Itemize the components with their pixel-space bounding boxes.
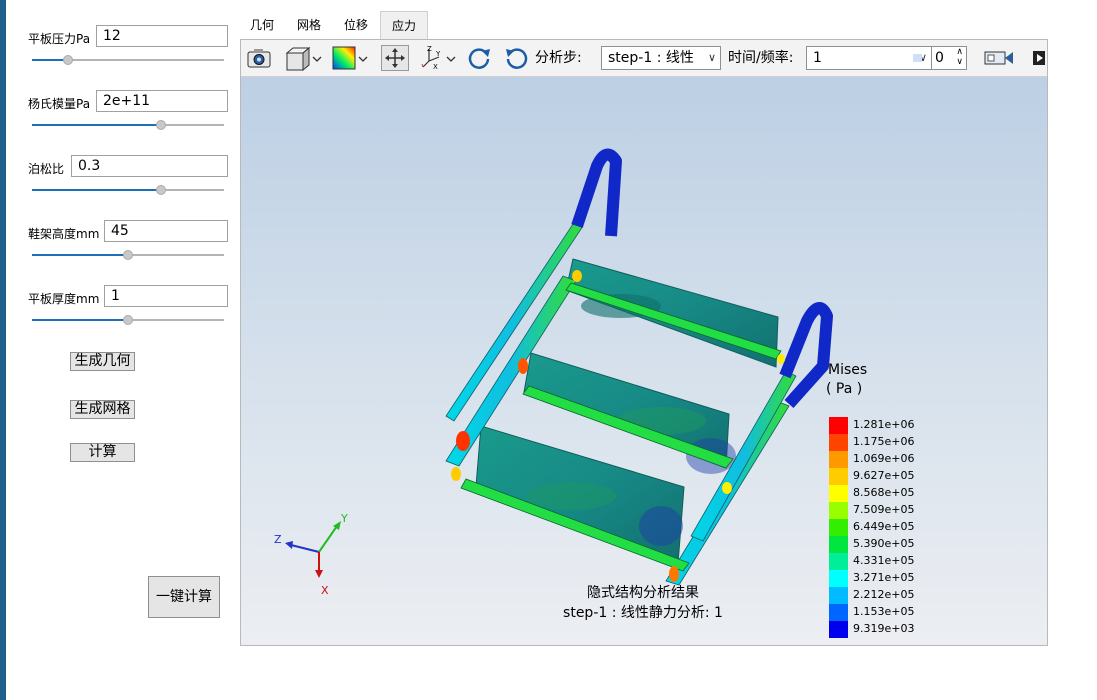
result-caption-step: step-1 : 线性静力分析: 1 xyxy=(563,605,723,621)
svg-text:X: X xyxy=(433,63,438,71)
pressure-input[interactable]: 12 xyxy=(96,25,228,47)
svg-text:Z: Z xyxy=(427,45,432,53)
legend-unit: ( Pa ) xyxy=(826,381,863,397)
pan-icon[interactable] xyxy=(381,45,409,71)
legend-value: 2.212e+05 xyxy=(853,588,915,601)
rotate-cw-icon[interactable] xyxy=(465,45,493,71)
rack-height-label: 鞋架高度mm xyxy=(28,227,100,241)
cube-view-icon[interactable] xyxy=(283,45,325,71)
axis-label-y: Y xyxy=(340,512,348,525)
frame-spinbox[interactable]: 0 ∧ ∨ xyxy=(931,46,967,70)
youngs-modulus-slider[interactable] xyxy=(32,119,224,131)
poisson-ratio-label: 泊松比 xyxy=(28,162,65,176)
legend-value: 9.319e+03 xyxy=(853,622,915,635)
result-caption-title: 隐式结构分析结果 xyxy=(587,585,699,601)
tab-displacement[interactable]: 位移 xyxy=(334,11,378,39)
analysis-step-select[interactable]: step-1 : 线性 ∨ xyxy=(601,46,721,70)
chevron-down-icon: ∨ xyxy=(707,51,716,64)
generate-mesh-button[interactable]: 生成网格 xyxy=(70,400,135,419)
frame-indicator-icon xyxy=(913,54,922,62)
legend-value: 1.069e+06 xyxy=(853,452,915,465)
axis-triad-icon[interactable]: ZYX xyxy=(419,45,459,71)
compute-button[interactable]: 计算 xyxy=(70,443,135,462)
generate-geometry-button[interactable]: 生成几何 xyxy=(70,352,135,371)
legend-swatch xyxy=(829,417,848,434)
window-edge xyxy=(0,0,6,700)
camera-icon[interactable] xyxy=(244,45,274,71)
legend-swatch xyxy=(829,519,848,536)
plate-thickness-slider[interactable] xyxy=(32,314,224,326)
youngs-modulus-input[interactable]: 2e+11 xyxy=(96,90,228,112)
time-frequency-label: 时间/频率: xyxy=(728,50,794,66)
svg-text:Y: Y xyxy=(435,50,441,58)
one-click-compute-button[interactable]: 一键计算 xyxy=(148,576,220,618)
legend-swatch xyxy=(829,451,848,468)
legend-value: 4.331e+05 xyxy=(853,554,915,567)
legend-value: 5.390e+05 xyxy=(853,537,915,550)
youngs-modulus-label: 杨氏模量Pa xyxy=(28,97,91,111)
legend-swatch xyxy=(829,502,848,519)
plate-thickness-label: 平板厚度mm xyxy=(28,292,100,306)
orientation-triad: Z Y X xyxy=(274,512,348,597)
pressure-label: 平板压力Pa xyxy=(28,32,91,46)
poisson-ratio-slider[interactable] xyxy=(32,184,224,196)
tab-mesh[interactable]: 网格 xyxy=(286,11,332,39)
axis-label-x: X xyxy=(321,584,329,597)
legend-value: 3.271e+05 xyxy=(853,571,915,584)
legend-swatch xyxy=(829,621,848,638)
poisson-ratio-input[interactable]: 0.3 xyxy=(71,155,228,177)
legend-value: 6.449e+05 xyxy=(853,520,915,533)
legend-value: 1.281e+06 xyxy=(853,418,915,431)
axis-label-z: Z xyxy=(274,533,282,546)
result-viewport[interactable]: ZYX 分析步: step-1 : 线性∨ 时间/频率: 1∨ 0∧∨ xyxy=(240,39,1048,646)
legend-swatch xyxy=(829,434,848,451)
tab-stress[interactable]: 应力 xyxy=(380,11,428,40)
play-icon[interactable] xyxy=(1031,45,1047,71)
legend-value: 7.509e+05 xyxy=(853,503,915,516)
legend-value: 9.627e+05 xyxy=(853,469,915,482)
legend-swatch xyxy=(829,468,848,485)
analysis-step-label: 分析步: xyxy=(535,50,582,66)
rack-height-input[interactable]: 45 xyxy=(104,220,228,242)
plate-thickness-input[interactable]: 1 xyxy=(104,285,228,307)
rack-height-slider[interactable] xyxy=(32,249,224,261)
tab-geometry[interactable]: 几何 xyxy=(240,11,284,39)
viewport-toolbar: ZYX 分析步: step-1 : 线性 ∨ 时间/频率: 1 ∨ 0 ∧ ∨ xyxy=(241,40,1047,77)
pressure-slider[interactable] xyxy=(32,54,224,66)
legend-title: Mises xyxy=(828,362,868,378)
legend-value: 1.153e+05 xyxy=(853,605,915,618)
legend-swatch xyxy=(829,553,848,570)
video-record-icon[interactable] xyxy=(981,45,1017,71)
legend-value: 1.175e+06 xyxy=(853,435,915,448)
legend-swatch xyxy=(829,485,848,502)
spin-arrows-icon: ∧ ∨ xyxy=(956,47,963,67)
legend-swatch xyxy=(829,536,848,553)
legend-value: 8.568e+05 xyxy=(853,486,915,499)
contour-color-icon[interactable] xyxy=(331,45,371,71)
rotate-ccw-icon[interactable] xyxy=(503,45,531,71)
